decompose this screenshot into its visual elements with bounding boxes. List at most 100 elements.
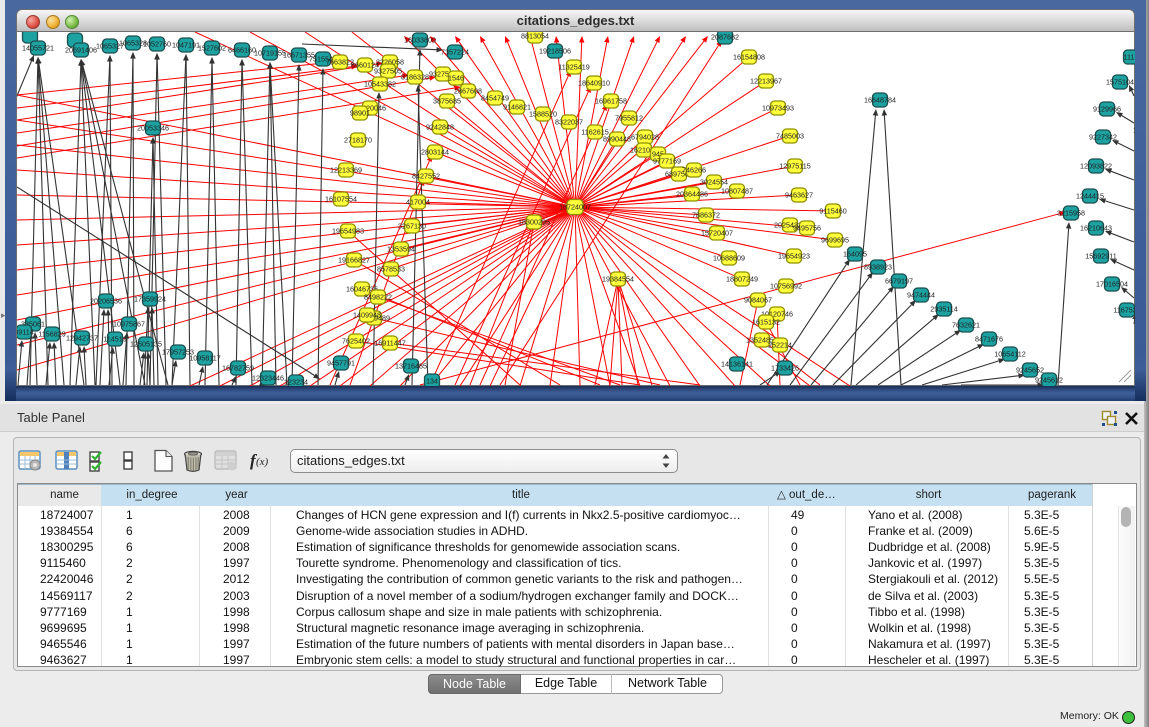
svg-text:15720407: 15720407 xyxy=(701,229,733,238)
svg-text:8322037: 8322037 xyxy=(555,118,583,127)
svg-text:3024554: 3024554 xyxy=(700,178,728,187)
svg-text:8813054: 8813054 xyxy=(521,32,549,41)
svg-text:10688609: 10688609 xyxy=(713,254,745,263)
svg-text:9227342: 9227342 xyxy=(1089,133,1117,142)
svg-text:20206536: 20206536 xyxy=(90,297,122,306)
svg-text:16961758: 16961758 xyxy=(595,97,627,106)
svg-text:16782759: 16782759 xyxy=(222,364,254,373)
svg-text:6466160: 6466160 xyxy=(228,46,256,55)
svg-text:12323446: 12323446 xyxy=(252,374,284,383)
svg-text:16033809: 16033809 xyxy=(404,36,436,45)
svg-text:9474444: 9474444 xyxy=(907,291,935,300)
svg-text:7955812: 7955812 xyxy=(615,114,643,123)
svg-text:6679197: 6679197 xyxy=(885,277,913,286)
svg-text:12942737: 12942737 xyxy=(66,334,98,343)
svg-text:1244415: 1244415 xyxy=(1076,192,1104,201)
svg-text:7625402: 7625402 xyxy=(342,337,370,346)
svg-text:16648784: 16648784 xyxy=(864,96,896,105)
svg-text:8427552: 8427552 xyxy=(412,172,440,181)
svg-text:2718170: 2718170 xyxy=(344,136,372,145)
svg-text:10719155: 10719155 xyxy=(254,49,286,58)
svg-text:1052760: 1052760 xyxy=(143,40,171,49)
svg-text:1353594: 1353594 xyxy=(387,245,415,254)
svg-text:12975115: 12975115 xyxy=(779,162,810,171)
svg-text:10973493: 10973493 xyxy=(762,104,794,113)
svg-text:9327505: 9327505 xyxy=(374,67,402,76)
svg-text:2935114: 2935114 xyxy=(930,305,957,314)
svg-text:19166827: 19166827 xyxy=(338,256,370,265)
svg-text:16154808: 16154808 xyxy=(733,53,765,62)
svg-text:164095: 164095 xyxy=(843,250,867,259)
svg-text:9115460: 9115460 xyxy=(819,207,846,216)
svg-text:9245612: 9245612 xyxy=(1035,376,1063,385)
svg-text:114519: 114519 xyxy=(103,335,126,344)
svg-text:1117: 1117 xyxy=(1124,53,1135,62)
svg-text:19654923: 19654923 xyxy=(778,252,810,261)
svg-text:1733426: 1733426 xyxy=(771,364,799,373)
svg-text:7632621: 7632621 xyxy=(952,321,980,330)
svg-text:8938923: 8938923 xyxy=(864,263,892,272)
svg-text:9463627: 9463627 xyxy=(785,191,813,200)
svg-text:1575104: 1575104 xyxy=(1106,78,1134,87)
svg-text:39114: 39114 xyxy=(17,328,34,337)
svg-text:2867608: 2867608 xyxy=(454,87,482,96)
svg-text:7663822: 7663822 xyxy=(326,58,354,67)
svg-text:16107554: 16107554 xyxy=(325,195,357,204)
svg-text:10975867: 10975867 xyxy=(113,320,145,329)
svg-text:12093822: 12093822 xyxy=(1080,162,1112,171)
svg-text:13716485: 13716485 xyxy=(395,362,427,371)
svg-text:9457791: 9457791 xyxy=(327,359,355,368)
svg-text:9495756: 9495756 xyxy=(793,224,821,233)
svg-text:417004: 417004 xyxy=(406,198,430,207)
svg-text:18724007: 18724007 xyxy=(559,203,591,212)
svg-text:20691406: 20691406 xyxy=(65,46,97,55)
svg-text:17016504: 17016504 xyxy=(1096,280,1128,289)
svg-text:(x): (x) xyxy=(256,456,269,468)
svg-text:16911447: 16911447 xyxy=(374,339,405,348)
svg-text:9777169: 9777169 xyxy=(653,157,681,166)
svg-text:3267130: 3267130 xyxy=(398,222,426,231)
svg-text:9699695: 9699695 xyxy=(821,236,849,245)
svg-text:10756992: 10756992 xyxy=(770,282,802,291)
svg-text:1047191: 1047191 xyxy=(172,41,200,50)
svg-text:13325: 13325 xyxy=(1133,126,1135,135)
svg-text:9242848: 9242848 xyxy=(426,123,454,132)
svg-text:9084067: 9084067 xyxy=(744,296,772,305)
svg-text:8990448: 8990448 xyxy=(603,135,631,144)
svg-text:9245652: 9245652 xyxy=(1016,366,1044,375)
svg-text:18807249: 18807249 xyxy=(726,275,758,284)
svg-text:9129966: 9129966 xyxy=(1093,105,1121,114)
svg-text:16210643: 16210643 xyxy=(1080,224,1112,233)
svg-text:14055721: 14055721 xyxy=(22,44,54,53)
svg-text:8578533: 8578533 xyxy=(377,265,405,274)
svg-text:1409948: 1409948 xyxy=(353,311,381,320)
svg-text:6794028: 6794028 xyxy=(631,133,659,142)
svg-text:19218506: 19218506 xyxy=(539,47,571,56)
svg-text:10654112: 10654112 xyxy=(994,350,1025,359)
svg-text:8186328: 8186328 xyxy=(401,73,429,82)
svg-text:123234: 123234 xyxy=(284,378,308,387)
svg-text:252214: 252214 xyxy=(768,341,792,350)
svg-text:9146821: 9146821 xyxy=(503,103,531,112)
svg-text:12213369: 12213369 xyxy=(330,166,362,175)
svg-text:19654983: 19654983 xyxy=(332,227,364,236)
svg-text:134: 134 xyxy=(426,377,438,386)
svg-text:2087682: 2087682 xyxy=(711,33,739,42)
svg-text:17359924: 17359924 xyxy=(134,295,166,304)
svg-text:1546: 1546 xyxy=(448,74,464,83)
svg-text:746266: 746266 xyxy=(682,166,706,175)
svg-text:20053346: 20053346 xyxy=(137,124,169,133)
svg-text:3215958: 3215958 xyxy=(1057,209,1085,218)
svg-text:1167534: 1167534 xyxy=(1113,306,1135,315)
svg-text:10958117: 10958117 xyxy=(189,354,220,363)
svg-text:98901: 98901 xyxy=(350,109,370,118)
svg-text:7485003: 7485003 xyxy=(776,132,804,141)
svg-text:1615132: 1615132 xyxy=(752,318,780,327)
svg-text:8471676: 8471676 xyxy=(975,335,1003,344)
svg-text:3875685: 3875685 xyxy=(433,97,461,106)
svg-text:8454749: 8454749 xyxy=(481,94,509,103)
svg-text:14136141: 14136141 xyxy=(721,360,753,369)
svg-text:8498222: 8498222 xyxy=(364,293,392,302)
svg-text:2803144: 2803144 xyxy=(421,148,449,157)
svg-text:12505135: 12505135 xyxy=(130,340,162,349)
